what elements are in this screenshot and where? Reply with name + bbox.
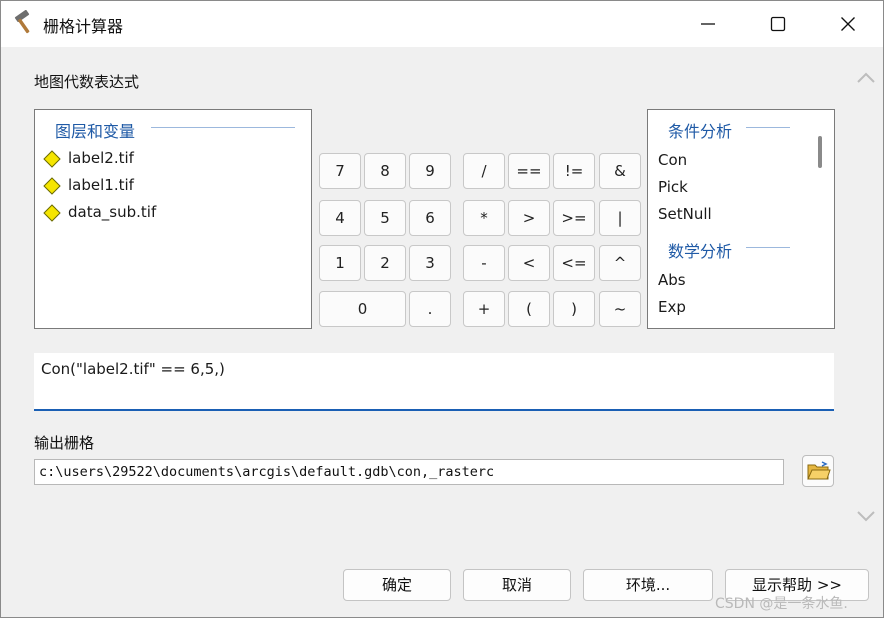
- expression-textbox[interactable]: Con("label2.tif" == 6,5,): [34, 353, 834, 411]
- functions-list[interactable]: 条件分析 Con Pick SetNull 数学分析 Abs Exp: [647, 109, 835, 329]
- key-2[interactable]: 2: [364, 245, 406, 281]
- layer-name: label2.tif: [68, 149, 134, 167]
- chevron-up-icon[interactable]: [856, 71, 876, 85]
- maximize-icon: [770, 16, 786, 32]
- group-divider: [151, 127, 295, 128]
- raster-layer-icon: [43, 150, 61, 168]
- key-8[interactable]: 8: [364, 153, 406, 189]
- raster-calculator-window: 栅格计算器 地图代数表达式 图层和变量 label2.tif label1.ti…: [0, 0, 884, 618]
- key-less[interactable]: <: [508, 245, 550, 281]
- dialog-scrollbar[interactable]: [850, 51, 883, 551]
- key-plus[interactable]: +: [463, 291, 505, 327]
- function-item-exp[interactable]: Exp: [658, 298, 686, 316]
- math-group-header: 数学分析: [668, 242, 733, 261]
- window-title: 栅格计算器: [43, 17, 124, 36]
- key-less-equal[interactable]: <=: [553, 245, 595, 281]
- ok-button[interactable]: 确定: [343, 569, 451, 601]
- key-3[interactable]: 3: [409, 245, 451, 281]
- layer-name: label1.tif: [68, 176, 134, 194]
- layer-name: data_sub.tif: [68, 203, 157, 221]
- key-xor[interactable]: ^: [599, 245, 641, 281]
- function-item-setnull[interactable]: SetNull: [658, 205, 712, 223]
- key-greater[interactable]: >: [508, 200, 550, 236]
- group-divider: [746, 247, 790, 248]
- layers-variables-list[interactable]: 图层和变量 label2.tif label1.tif data_sub.tif: [34, 109, 312, 329]
- open-folder-icon: [807, 461, 831, 480]
- key-0[interactable]: 0: [319, 291, 406, 327]
- key-equal[interactable]: ==: [508, 153, 550, 189]
- output-section-label: 输出栅格: [34, 434, 95, 452]
- key-greater-equal[interactable]: >=: [553, 200, 595, 236]
- key-or[interactable]: |: [599, 200, 641, 236]
- key-not-equal[interactable]: !=: [553, 153, 595, 189]
- expression-text: Con("label2.tif" == 6,5,): [41, 360, 225, 378]
- key-decimal[interactable]: .: [409, 291, 451, 327]
- dialog-content: 地图代数表达式 图层和变量 label2.tif label1.tif data…: [4, 51, 850, 551]
- functions-scrollbar[interactable]: [808, 110, 832, 328]
- key-not[interactable]: ~: [599, 291, 641, 327]
- output-raster-field[interactable]: c:\users\29522\documents\arcgis\default.…: [34, 459, 784, 485]
- key-6[interactable]: 6: [409, 200, 451, 236]
- close-icon: [841, 17, 855, 31]
- watermark: CSDN @是一条水鱼.: [715, 596, 848, 612]
- browse-button[interactable]: [802, 455, 834, 487]
- conditional-group-header: 条件分析: [668, 122, 733, 141]
- maximize-button[interactable]: [743, 1, 813, 47]
- key-9[interactable]: 9: [409, 153, 451, 189]
- layers-group-header: 图层和变量: [55, 122, 136, 141]
- key-divide[interactable]: /: [463, 153, 505, 189]
- function-item-con[interactable]: Con: [658, 151, 687, 169]
- minimize-icon: [701, 23, 715, 25]
- key-left-paren[interactable]: (: [508, 291, 550, 327]
- scrollbar-thumb[interactable]: [818, 136, 822, 168]
- key-1[interactable]: 1: [319, 245, 361, 281]
- key-multiply[interactable]: *: [463, 200, 505, 236]
- raster-layer-icon: [43, 204, 61, 222]
- close-button[interactable]: [813, 1, 883, 47]
- cancel-button[interactable]: 取消: [463, 569, 571, 601]
- key-7[interactable]: 7: [319, 153, 361, 189]
- minimize-button[interactable]: [673, 1, 743, 47]
- hammer-icon: [11, 9, 37, 36]
- key-right-paren[interactable]: ): [553, 291, 595, 327]
- chevron-down-icon[interactable]: [856, 509, 876, 523]
- function-item-pick[interactable]: Pick: [658, 178, 688, 196]
- key-4[interactable]: 4: [319, 200, 361, 236]
- output-path-text: c:\users\29522\documents\arcgis\default.…: [39, 464, 495, 480]
- raster-layer-icon: [43, 177, 61, 195]
- environments-button[interactable]: 环境...: [583, 569, 713, 601]
- title-bar: 栅格计算器: [1, 1, 883, 47]
- key-5[interactable]: 5: [364, 200, 406, 236]
- key-minus[interactable]: -: [463, 245, 505, 281]
- expression-section-label: 地图代数表达式: [34, 73, 140, 91]
- key-and[interactable]: &: [599, 153, 641, 189]
- group-divider: [746, 127, 790, 128]
- function-item-abs[interactable]: Abs: [658, 271, 686, 289]
